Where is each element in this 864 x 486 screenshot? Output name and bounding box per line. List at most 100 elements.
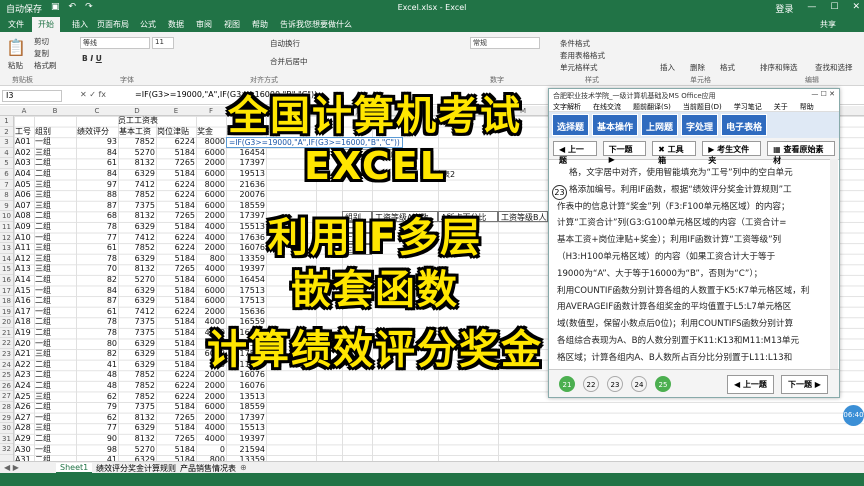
paste-button[interactable]: 粘贴 bbox=[8, 60, 23, 71]
table-cell[interactable]: 三组 bbox=[35, 148, 75, 159]
cell-style-button[interactable]: 单元格样式 bbox=[560, 62, 598, 73]
table-cell[interactable]: 82 bbox=[77, 349, 117, 360]
table-cell[interactable]: 三组 bbox=[35, 264, 75, 275]
question-dot[interactable]: 21 bbox=[559, 376, 575, 392]
menu-item[interactable]: 当前题目(D) bbox=[683, 102, 722, 111]
panel-scrollbar[interactable] bbox=[830, 159, 838, 369]
row-number[interactable]: 18 bbox=[0, 296, 13, 307]
table-cell[interactable]: 6000 bbox=[197, 190, 225, 201]
table-cell[interactable]: 84 bbox=[77, 286, 117, 297]
table-cell[interactable]: 79 bbox=[77, 402, 117, 413]
table-cell[interactable]: 二组 bbox=[35, 434, 75, 445]
table-cell[interactable]: 87 bbox=[77, 201, 117, 212]
paste-icon[interactable]: 📋 bbox=[6, 38, 26, 57]
table-cell[interactable]: 6329 bbox=[119, 423, 155, 434]
table-cell[interactable]: 二组 bbox=[35, 402, 75, 413]
table-cell[interactable]: 4000 bbox=[197, 423, 225, 434]
row-number[interactable]: 19 bbox=[0, 307, 13, 318]
table-cell[interactable]: A30 bbox=[15, 445, 33, 456]
table-cell[interactable]: 三组 bbox=[35, 243, 75, 254]
format-cells-button[interactable]: 格式 bbox=[720, 62, 735, 73]
table-cell[interactable]: 二组 bbox=[35, 360, 75, 371]
format-painter-button[interactable]: 格式刷 bbox=[34, 60, 57, 71]
table-cell[interactable]: 一组 bbox=[35, 233, 75, 244]
menu-item[interactable]: 帮助 bbox=[800, 102, 814, 111]
add-sheet-icon[interactable]: ⊕ bbox=[240, 463, 247, 472]
table-cell[interactable]: 6224 bbox=[157, 392, 195, 403]
table-cell[interactable]: 二组 bbox=[35, 211, 75, 222]
table-cell[interactable]: A04 bbox=[15, 169, 33, 180]
table-cell[interactable]: 7852 bbox=[119, 392, 155, 403]
copy-button[interactable]: 复制 bbox=[34, 48, 49, 59]
row-number[interactable]: 5 bbox=[0, 158, 13, 169]
table-cell[interactable]: 7852 bbox=[119, 190, 155, 201]
row-number[interactable]: 3 bbox=[0, 137, 13, 148]
merge-center-button[interactable]: 合并后居中 bbox=[270, 56, 308, 67]
table-cell[interactable]: 二组 bbox=[35, 158, 75, 169]
table-cell[interactable]: 8132 bbox=[119, 434, 155, 445]
table-cell[interactable]: 二组 bbox=[35, 296, 75, 307]
tab-scroll-icon[interactable]: ◀ ▶ bbox=[4, 463, 19, 472]
row-number[interactable]: 2 bbox=[0, 127, 13, 138]
table-cell[interactable]: 77 bbox=[77, 233, 117, 244]
maximize-icon[interactable]: ☐ bbox=[830, 2, 838, 15]
table-cell[interactable]: A09 bbox=[15, 222, 33, 233]
table-cell[interactable]: 19397 bbox=[227, 434, 265, 445]
table-cell[interactable]: 61 bbox=[77, 307, 117, 318]
table-cell[interactable]: A18 bbox=[15, 317, 33, 328]
table-cell[interactable]: A10 bbox=[15, 233, 33, 244]
table-cell[interactable]: 三组 bbox=[35, 190, 75, 201]
table-cell[interactable]: 6224 bbox=[157, 381, 195, 392]
table-cell[interactable]: A26 bbox=[15, 402, 33, 413]
table-cell[interactable]: 18559 bbox=[227, 201, 265, 212]
row-number[interactable]: 28 bbox=[0, 402, 13, 413]
table-cell[interactable]: 48 bbox=[77, 370, 117, 381]
insert-cells-button[interactable]: 插入 bbox=[660, 62, 675, 73]
table-cell[interactable]: 61 bbox=[77, 158, 117, 169]
table-cell[interactable]: 2000 bbox=[197, 413, 225, 424]
tab-data[interactable]: 数据 bbox=[168, 19, 184, 30]
login-link[interactable]: 登录 bbox=[775, 2, 793, 15]
table-cell[interactable]: A17 bbox=[15, 307, 33, 318]
fx-icon[interactable]: ✕ ✓ fx bbox=[80, 90, 106, 99]
table-cell[interactable]: 61 bbox=[77, 243, 117, 254]
table-cell[interactable]: 4000 bbox=[197, 434, 225, 445]
row-number[interactable]: 22 bbox=[0, 338, 13, 350]
table-cell[interactable]: A06 bbox=[15, 190, 33, 201]
table-cell[interactable]: 78 bbox=[77, 328, 117, 339]
table-cell[interactable]: 一组 bbox=[35, 137, 75, 148]
row-number[interactable]: 12 bbox=[0, 233, 13, 244]
table-cell[interactable]: A12 bbox=[15, 254, 33, 265]
question-dot[interactable]: 25 bbox=[655, 376, 671, 392]
row-number[interactable]: 20 bbox=[0, 317, 13, 328]
tab-formulas[interactable]: 公式 bbox=[140, 19, 156, 30]
table-cell[interactable]: A01 bbox=[15, 137, 33, 148]
col-header[interactable]: C bbox=[76, 107, 118, 115]
row-number[interactable]: 11 bbox=[0, 222, 13, 233]
table-cell[interactable]: A22 bbox=[15, 360, 33, 371]
menu-item[interactable]: 题前翻译(S) bbox=[633, 102, 671, 111]
tab-insert[interactable]: 插入 bbox=[72, 19, 88, 30]
table-cell[interactable]: 70 bbox=[77, 264, 117, 275]
table-cell[interactable]: 84 bbox=[77, 148, 117, 159]
question-dot[interactable]: 24 bbox=[631, 376, 647, 392]
tab-spreadsheet[interactable]: 电子表格 bbox=[721, 114, 768, 136]
tell-me-search[interactable]: 告诉我您想要做什么 bbox=[280, 19, 352, 30]
table-cell[interactable]: 13513 bbox=[227, 392, 265, 403]
table-cell[interactable]: 88 bbox=[77, 190, 117, 201]
table-cell[interactable]: 5184 bbox=[157, 402, 195, 413]
row-number[interactable]: 13 bbox=[0, 243, 13, 254]
table-cell[interactable]: 三组 bbox=[35, 349, 75, 360]
table-cell[interactable]: A03 bbox=[15, 158, 33, 169]
row-number[interactable]: 27 bbox=[0, 391, 13, 403]
table-cell[interactable]: 62 bbox=[77, 392, 117, 403]
table-cell[interactable]: A20 bbox=[15, 339, 33, 350]
table-cell[interactable]: A02 bbox=[15, 148, 33, 159]
find-select-button[interactable]: 查找和选择 bbox=[815, 62, 853, 73]
footer-prev-button[interactable]: ◀ 上一题 bbox=[727, 375, 774, 394]
cut-button[interactable]: 剪切 bbox=[34, 36, 49, 47]
table-cell[interactable]: 78 bbox=[77, 317, 117, 328]
table-cell[interactable]: A07 bbox=[15, 201, 33, 212]
table-cell[interactable]: 93 bbox=[77, 137, 117, 148]
table-cell[interactable]: 62 bbox=[77, 413, 117, 424]
